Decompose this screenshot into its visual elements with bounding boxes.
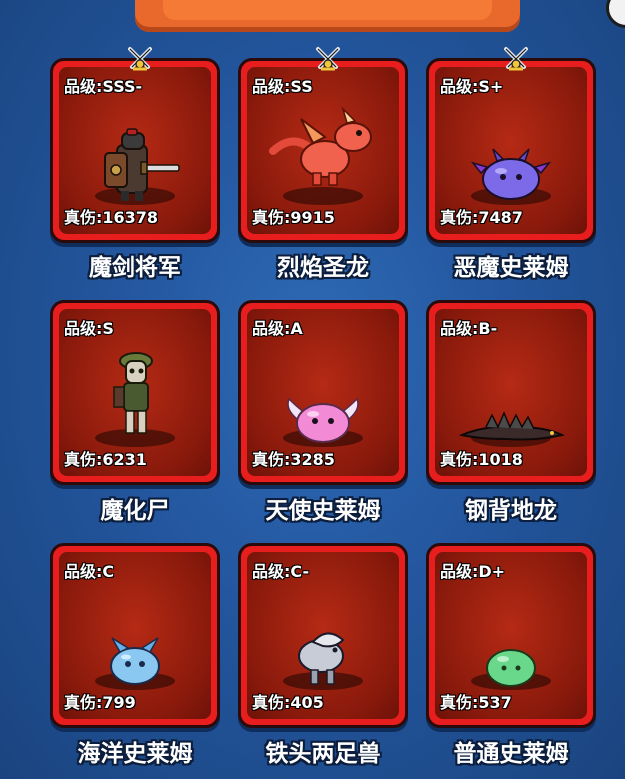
monster-name: 恶魔史莱姆 bbox=[453, 255, 569, 281]
monster-card-7[interactable]: 品级:C 真伤:799 bbox=[50, 543, 220, 728]
monster-name: 魔剑将军 bbox=[89, 255, 181, 281]
flame-dragon-icon bbox=[269, 106, 372, 186]
card-inner: 品级:C- 真伤:405 bbox=[247, 552, 399, 719]
card-inner: 品级:S 真伤:6231 bbox=[59, 309, 211, 476]
monster-card-3[interactable]: 品级:S+ 真伤:7487 bbox=[426, 58, 596, 243]
crossed-swords-icon bbox=[128, 47, 152, 71]
grade-label: 品级:SSS- bbox=[64, 77, 143, 96]
card-inner: 品级:SSS- 真伤:16378 bbox=[59, 67, 211, 234]
monster-card-2[interactable]: 品级:SS 真伤:9915 bbox=[238, 58, 408, 243]
top-banner-inner bbox=[163, 0, 492, 20]
angel-slime-icon bbox=[287, 397, 359, 443]
monster-card-1[interactable]: 品级:SSS- 真伤:16378 bbox=[50, 58, 220, 243]
sword-general-icon bbox=[104, 128, 180, 201]
damage-label: 真伤:6231 bbox=[64, 450, 147, 469]
common-slime-icon bbox=[486, 649, 536, 687]
monster-card-8[interactable]: 品级:C- 真伤:405 bbox=[238, 543, 408, 728]
grade-label: 品级:S bbox=[64, 319, 114, 338]
crossed-swords-icon bbox=[504, 47, 528, 71]
damage-label: 真伤:1018 bbox=[440, 450, 523, 469]
monster-name: 天使史莱姆 bbox=[265, 498, 381, 524]
damage-label: 真伤:537 bbox=[440, 693, 512, 712]
monster-name: 铁头两足兽 bbox=[265, 741, 381, 767]
monster-name: 钢背地龙 bbox=[465, 498, 557, 524]
crossed-swords-icon bbox=[316, 47, 340, 71]
monster-card-9[interactable]: 品级:D+ 真伤:537 bbox=[426, 543, 596, 728]
card-inner: 品级:D+ 真伤:537 bbox=[435, 552, 587, 719]
grade-label: 品级:A bbox=[252, 319, 303, 338]
card-inner: 品级:A 真伤:3285 bbox=[247, 309, 399, 476]
grade-label: 品级:SS bbox=[252, 77, 313, 96]
monster-name: 普通史莱姆 bbox=[453, 741, 569, 767]
monster-name: 烈焰圣龙 bbox=[277, 255, 369, 281]
card-inner: 品级:B- 真伤:1018 bbox=[435, 309, 587, 476]
zombie-icon bbox=[113, 352, 153, 434]
grade-label: 品级:C- bbox=[252, 562, 310, 581]
monster-card-5[interactable]: 品级:A 真伤:3285 bbox=[238, 300, 408, 485]
close-button[interactable] bbox=[606, 0, 625, 28]
monster-card-6[interactable]: 品级:B- 真伤:1018 bbox=[426, 300, 596, 485]
monster-card-4[interactable]: 品级:S 真伤:6231 bbox=[50, 300, 220, 485]
damage-label: 真伤:405 bbox=[252, 693, 324, 712]
steel-back-lizard-icon bbox=[458, 411, 565, 441]
damage-label: 真伤:16378 bbox=[64, 208, 159, 227]
top-banner bbox=[135, 0, 520, 32]
iron-head-biped-icon bbox=[298, 632, 345, 685]
damage-label: 真伤:7487 bbox=[440, 208, 523, 227]
damage-label: 真伤:9915 bbox=[252, 208, 335, 227]
monster-name: 海洋史莱姆 bbox=[77, 741, 193, 767]
card-inner: 品级:S+ 真伤:7487 bbox=[435, 67, 587, 234]
ocean-slime-icon bbox=[110, 637, 160, 685]
damage-label: 真伤:799 bbox=[64, 693, 136, 712]
card-inner: 品级:SS 真伤:9915 bbox=[247, 67, 399, 234]
grade-label: 品级:C bbox=[64, 562, 115, 581]
card-inner: 品级:C 真伤:799 bbox=[59, 552, 211, 719]
damage-label: 真伤:3285 bbox=[252, 450, 335, 469]
monster-name: 魔化尸 bbox=[100, 498, 170, 524]
demon-slime-icon bbox=[471, 148, 551, 200]
grade-label: 品级:B- bbox=[440, 319, 498, 338]
grade-label: 品级:D+ bbox=[440, 562, 506, 581]
grade-label: 品级:S+ bbox=[440, 77, 504, 96]
